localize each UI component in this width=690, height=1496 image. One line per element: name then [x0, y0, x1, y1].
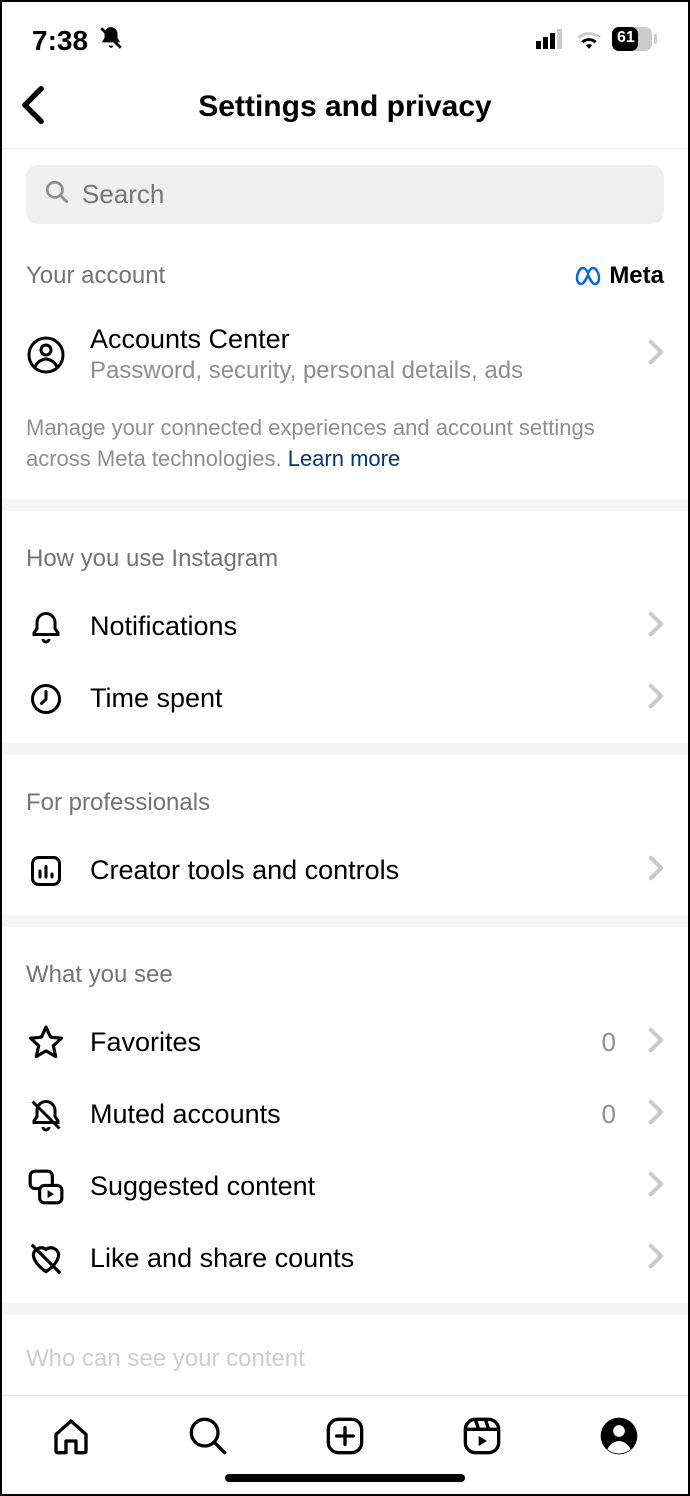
star-icon — [26, 1023, 66, 1063]
accounts-center-row[interactable]: Accounts Center Password, security, pers… — [2, 308, 688, 401]
section-who-can-see: Who can see your content — [2, 1315, 688, 1373]
accounts-center-title: Accounts Center — [90, 324, 624, 355]
nav-search[interactable] — [184, 1412, 232, 1460]
section-your-account: Your account — [26, 262, 165, 290]
chevron-right-icon — [648, 339, 664, 370]
clock-icon — [26, 679, 66, 719]
suggested-content-row[interactable]: Suggested content — [2, 1151, 688, 1223]
muted-count: 0 — [602, 1099, 616, 1130]
muted-accounts-row[interactable]: Muted accounts 0 — [2, 1079, 688, 1151]
status-time: 7:38 — [32, 25, 88, 57]
nav-reels[interactable] — [458, 1412, 506, 1460]
page-title: Settings and privacy — [198, 90, 491, 124]
like-share-counts-row[interactable]: Like and share counts — [2, 1223, 688, 1295]
search-icon — [44, 179, 70, 210]
account-note: Manage your connected experiences and ac… — [2, 401, 688, 499]
chevron-right-icon — [648, 1027, 664, 1058]
status-bar: 7:38 61 — [2, 2, 688, 72]
bell-icon — [26, 607, 66, 647]
chevron-right-icon — [648, 1171, 664, 1202]
chevron-right-icon — [648, 855, 664, 886]
battery-icon: 61 — [612, 27, 658, 56]
section-usage: How you use Instagram — [26, 545, 278, 573]
chevron-right-icon — [648, 1243, 664, 1274]
dnd-icon — [98, 25, 124, 58]
meta-logo: Meta — [575, 262, 664, 290]
accounts-center-sub: Password, security, personal details, ad… — [90, 357, 624, 385]
section-professionals: For professionals — [26, 789, 210, 817]
bell-off-icon — [26, 1095, 66, 1135]
notifications-row[interactable]: Notifications — [2, 591, 688, 663]
heart-off-icon — [26, 1239, 66, 1279]
chevron-right-icon — [648, 683, 664, 714]
chevron-right-icon — [648, 1099, 664, 1130]
home-indicator — [225, 1474, 465, 1482]
time-spent-row[interactable]: Time spent — [2, 663, 688, 735]
cellular-icon — [536, 29, 566, 54]
favorites-count: 0 — [602, 1027, 616, 1058]
search-input[interactable] — [82, 179, 646, 210]
back-button[interactable] — [20, 86, 46, 129]
nav-create[interactable] — [321, 1412, 369, 1460]
person-circle-icon — [26, 335, 66, 375]
nav-home[interactable] — [47, 1412, 95, 1460]
wifi-icon — [576, 29, 602, 54]
header: Settings and privacy — [2, 72, 688, 149]
bar-chart-icon — [26, 851, 66, 891]
favorites-row[interactable]: Favorites 0 — [2, 1007, 688, 1079]
learn-more-link[interactable]: Learn more — [288, 446, 401, 471]
nav-profile[interactable] — [595, 1412, 643, 1460]
section-what-you-see: What you see — [26, 961, 173, 989]
media-icon — [26, 1167, 66, 1207]
search-field[interactable] — [26, 165, 664, 224]
chevron-right-icon — [648, 611, 664, 642]
creator-tools-row[interactable]: Creator tools and controls — [2, 835, 688, 907]
